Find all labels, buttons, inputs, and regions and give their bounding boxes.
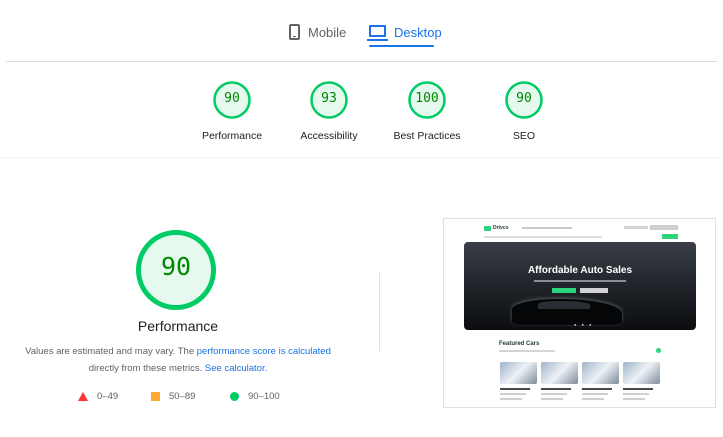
car-thumbnail-image — [500, 362, 537, 384]
description-text: directly from these metrics. — [88, 363, 205, 374]
thumbnail-logo-text: Drivco — [493, 225, 509, 231]
legend-range: 50–89 — [169, 391, 196, 402]
description-text: Values are estimated and may vary. The — [25, 346, 197, 357]
thumbnail-car-card — [541, 362, 578, 404]
gauge-label: SEO — [512, 130, 536, 142]
red-triangle-icon — [78, 392, 88, 401]
performance-score: 90 — [160, 252, 192, 281]
gauge-best-practices[interactable]: 100 Best Practices — [372, 80, 482, 142]
section-divider — [379, 273, 380, 351]
thumbnail-hero-subtitle — [534, 280, 626, 282]
gauge-performance[interactable]: 90 Performance — [177, 80, 287, 142]
legend-range: 0–49 — [97, 391, 119, 402]
green-circle-icon — [230, 392, 239, 401]
gauge-label: Accessibility — [300, 130, 358, 142]
gauge-seo[interactable]: 90 SEO — [469, 80, 579, 142]
gauge-score: 100 — [415, 91, 439, 106]
thumbnail-subnav — [484, 236, 602, 238]
legend-item-fail: 0–49 — [78, 391, 118, 402]
car-logo-icon — [484, 225, 491, 231]
car-thumbnail-image — [582, 362, 619, 384]
gauge-score: 90 — [516, 91, 532, 106]
page-screenshot-thumbnail[interactable]: Drivco Affordable Auto Sales ● ● ● Featu… — [443, 218, 716, 408]
thumbnail-hero-button — [580, 288, 608, 293]
thumbnail-nav — [624, 226, 648, 229]
gauge-score: 93 — [321, 91, 337, 106]
thumbnail-logo: Drivco — [484, 225, 509, 231]
tab-desktop-label: Desktop — [394, 24, 442, 40]
thumbnail-featured-title: Featured Cars — [499, 341, 540, 347]
orange-square-icon — [151, 392, 160, 401]
thumbnail-car-card — [623, 362, 660, 404]
car-thumbnail-image — [623, 362, 660, 384]
laptop-icon — [367, 24, 388, 41]
summary-divider — [0, 157, 723, 158]
tab-desktop[interactable]: Desktop — [367, 18, 442, 46]
legend-range: 90–100 — [248, 391, 280, 402]
gauge-label: Best Practices — [393, 130, 461, 142]
active-tab-indicator — [369, 45, 434, 47]
thumbnail-hero-title: Affordable Auto Sales — [527, 265, 633, 276]
performance-description: Values are estimated and may vary. The p… — [14, 343, 342, 377]
performance-title: Performance — [137, 318, 219, 334]
carousel-dots: ● ● ● — [574, 322, 594, 327]
score-summary: 90 Performance 93 Accessibility 100 Best… — [0, 80, 723, 150]
thumbnail-featured-subtitle — [499, 350, 555, 352]
car-window — [538, 301, 590, 309]
car-thumbnail-image — [541, 362, 578, 384]
device-tabs: Mobile Desktop — [0, 0, 723, 62]
performance-score-link[interactable]: performance score is calculated — [197, 346, 331, 357]
legend-item-average: 50–89 — [151, 391, 195, 402]
thumbnail-hero: Affordable Auto Sales ● ● ● — [464, 242, 696, 330]
gauge-score: 90 — [224, 91, 240, 106]
thumbnail-button — [662, 234, 678, 239]
thumbnail-nav — [522, 227, 572, 229]
thumbnail-car-card — [500, 362, 537, 404]
see-calculator-link[interactable]: See calculator. — [205, 363, 267, 374]
tab-mobile-label: Mobile — [308, 24, 347, 40]
legend-item-pass: 90–100 — [230, 391, 280, 402]
gauge-accessibility[interactable]: 93 Accessibility — [274, 80, 384, 142]
thumbnail-nav — [650, 225, 678, 230]
tab-mobile[interactable]: Mobile — [289, 18, 346, 46]
score-legend: 0–49 50–89 90–100 — [0, 391, 360, 405]
phone-icon — [289, 24, 300, 40]
gauge-label: Performance — [201, 130, 263, 142]
thumbnail-car-card — [582, 362, 619, 404]
tabs-divider — [6, 61, 717, 62]
thumbnail-hero-button — [552, 288, 576, 293]
thumbnail-badge — [656, 348, 661, 353]
